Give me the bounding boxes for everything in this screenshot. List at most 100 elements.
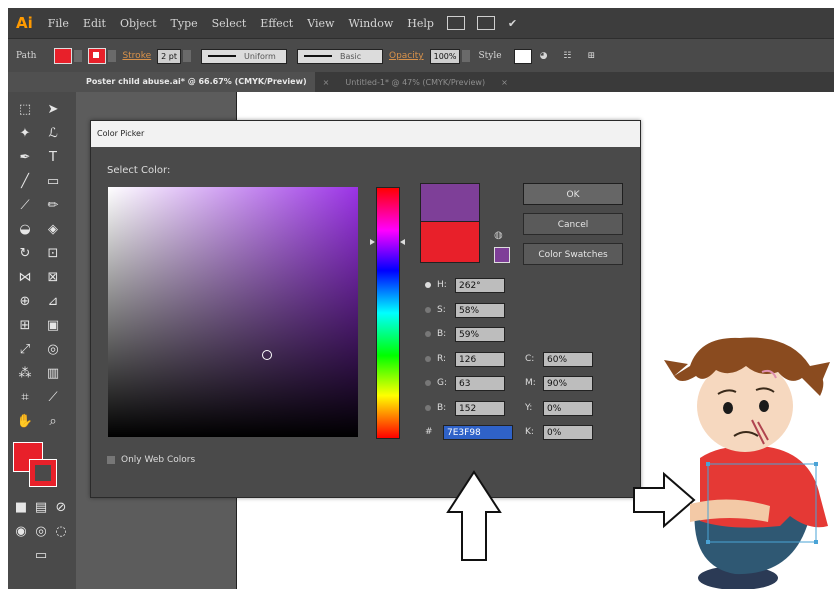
tab-untitled-1[interactable]: Untitled-1* @ 47% (CMYK/Preview) [337,78,493,87]
blue-radio[interactable] [425,405,431,411]
blob-brush-tool-icon[interactable]: ◒ [16,222,34,237]
cartoon-boy-artwork [664,337,830,589]
opacity-link[interactable]: Opacity [383,51,430,61]
blend-tool-icon[interactable]: ◎ [44,342,62,357]
draw-behind-icon[interactable]: ◎ [32,524,50,539]
opacity-field[interactable]: 100% [429,48,461,64]
line-tool-icon[interactable]: ╱ [16,174,34,189]
gradient-mode-icon[interactable]: ▤ [32,500,50,515]
closest-web-color-swatch[interactable] [494,247,510,263]
menu-file[interactable]: File [41,17,76,30]
zoom-tool-icon[interactable]: ⌕ [44,414,62,429]
width-tool-icon[interactable]: ⋈ [16,270,34,285]
type-tool-icon[interactable]: T [44,150,62,165]
bridge-icon[interactable] [446,16,465,30]
green-input[interactable]: 63 [455,375,505,391]
arrange-documents-icon[interactable] [476,16,495,30]
rectangle-tool-icon[interactable]: ▭ [44,174,62,189]
menu-type[interactable]: Type [164,17,205,30]
direct-selection-tool-icon[interactable]: ➤ [44,102,62,117]
symbol-sprayer-tool-icon[interactable]: ⁂ [16,366,34,381]
menu-select[interactable]: Select [205,17,254,30]
only-web-colors-checkbox[interactable] [107,456,115,464]
menu-window[interactable]: Window [341,17,400,30]
hex-input[interactable]: 7E3F98 [443,424,513,440]
eyedropper-tool-icon[interactable]: ⤢ [16,342,34,357]
scale-tool-icon[interactable]: ⊡ [44,246,62,261]
shape-builder-tool-icon[interactable]: ⊕ [16,294,34,309]
stroke-weight-field[interactable]: 2 pt [157,48,181,64]
slice-tool-icon[interactable]: ⟋ [44,390,62,405]
eraser-tool-icon[interactable]: ◈ [44,222,62,237]
saturation-brightness-field[interactable] [108,187,358,437]
stroke-link[interactable]: Stroke [116,51,157,61]
hue-radio[interactable] [425,282,431,288]
brush-definition[interactable]: Basic [296,48,383,64]
menu-effect[interactable]: Effect [253,17,300,30]
screen-mode-icon[interactable]: ▭ [32,548,50,563]
menu-edit[interactable]: Edit [76,17,113,30]
gpu-performance-icon[interactable]: ✔ [501,17,524,30]
cancel-button[interactable]: Cancel [523,213,623,235]
hue-slider-right-marker[interactable] [400,239,405,245]
hue-slider-left-marker[interactable] [370,239,375,245]
column-graph-tool-icon[interactable]: ▥ [44,366,62,381]
graphic-style-swatch[interactable] [513,48,532,64]
stroke-weight-dropdown[interactable] [182,50,191,62]
rotate-tool-icon[interactable]: ↻ [16,246,34,261]
brightness-input[interactable]: 59% [455,326,505,342]
none-mode-icon[interactable]: ⊘ [52,500,70,515]
paintbrush-tool-icon[interactable]: ⟋ [16,198,34,213]
magenta-row: M: 90% [525,375,593,391]
color-selector-circle[interactable] [262,350,272,360]
tab-close-icon[interactable]: × [493,78,516,87]
magenta-input[interactable]: 90% [543,375,593,391]
recolor-artwork-icon[interactable]: ◕ [532,51,556,61]
hand-tool-icon[interactable]: ✋ [16,414,34,429]
blue-input[interactable]: 152 [455,400,505,416]
fill-swatch[interactable] [54,48,73,64]
artboard-tool-icon[interactable]: ⌗ [16,390,34,405]
align-icon[interactable]: ☷ [555,51,579,61]
brightness-radio[interactable] [425,331,431,337]
black-input[interactable]: 0% [543,424,593,440]
out-of-web-gamut-icon[interactable]: ◍ [494,230,503,241]
hue-slider[interactable] [376,187,400,439]
yellow-input[interactable]: 0% [543,400,593,416]
stroke-dropdown[interactable] [108,50,117,62]
selection-tool-icon[interactable]: ⬚ [16,102,34,117]
color-mode-icon[interactable]: ■ [12,500,30,515]
perspective-grid-tool-icon[interactable]: ⊿ [44,294,62,309]
tab-poster-child-abuse[interactable]: Poster child abuse.ai* @ 66.67% (CMYK/Pr… [8,72,315,92]
color-swatches-button[interactable]: Color Swatches [523,243,623,265]
red-input[interactable]: 126 [455,351,505,367]
original-color-preview[interactable] [420,221,480,263]
ok-button[interactable]: OK [523,183,623,205]
green-radio[interactable] [425,380,431,386]
pencil-tool-icon[interactable]: ✏ [44,198,62,213]
saturation-input[interactable]: 58% [455,302,505,318]
gradient-tool-icon[interactable]: ▣ [44,318,62,333]
saturation-radio[interactable] [425,307,431,313]
hue-row: H: 262° [425,277,505,293]
opacity-dropdown[interactable] [462,50,471,62]
mesh-tool-icon[interactable]: ⊞ [16,318,34,333]
red-radio[interactable] [425,356,431,362]
free-transform-tool-icon[interactable]: ⊠ [44,270,62,285]
magic-wand-tool-icon[interactable]: ✦ [16,126,34,141]
transform-icon[interactable]: ⊞ [580,51,604,61]
stroke-color-box[interactable] [29,459,57,487]
hue-input[interactable]: 262° [455,277,505,293]
cyan-input[interactable]: 60% [543,351,593,367]
stroke-swatch[interactable] [88,48,107,64]
lasso-tool-icon[interactable]: ℒ [44,126,62,141]
draw-inside-icon[interactable]: ◌ [52,524,70,539]
menu-help[interactable]: Help [400,17,441,30]
fill-dropdown[interactable] [74,50,83,62]
tab-close-icon[interactable]: × [315,78,338,87]
variable-width-profile[interactable]: Uniform [200,48,287,64]
menu-object[interactable]: Object [113,17,164,30]
draw-normal-icon[interactable]: ◉ [12,524,30,539]
pen-tool-icon[interactable]: ✒ [16,150,34,165]
menu-view[interactable]: View [300,17,341,30]
